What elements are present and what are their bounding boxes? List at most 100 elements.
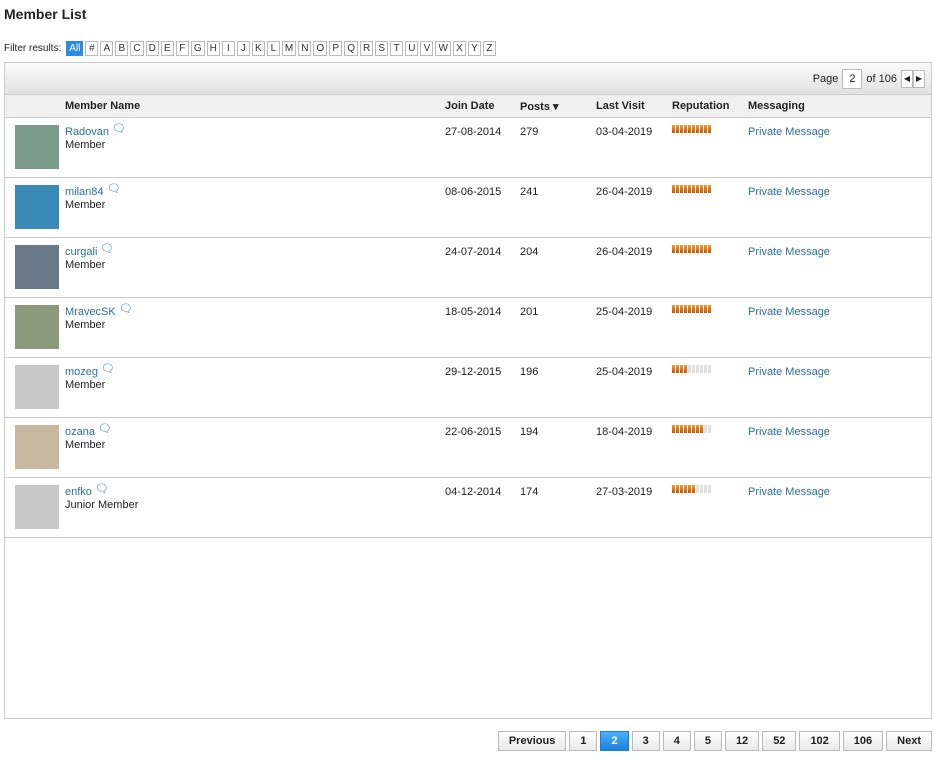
filter-letter[interactable]: M bbox=[281, 41, 297, 56]
page-navigation: Page 2 of 106 ◀ ▶ bbox=[5, 63, 931, 95]
table-row: Radovan Member 27-08-2014 279 03-04-2019… bbox=[5, 118, 931, 178]
member-name-link[interactable]: Radovan bbox=[65, 126, 109, 138]
filter-letter[interactable]: O bbox=[313, 41, 328, 56]
member-name-link[interactable]: mozeg bbox=[65, 366, 98, 378]
speech-bubble-icon[interactable]: 🗨 bbox=[100, 242, 114, 255]
page-button-102[interactable]: 102 bbox=[799, 731, 840, 751]
reputation-meter bbox=[672, 245, 711, 253]
col-member-name[interactable]: Member Name bbox=[65, 100, 140, 112]
page-button-4[interactable]: 4 bbox=[662, 731, 691, 751]
filter-letter[interactable]: Z bbox=[482, 41, 496, 56]
filter-letter[interactable]: S bbox=[375, 41, 389, 56]
reputation-bar bbox=[684, 185, 687, 193]
reputation-bar bbox=[708, 305, 711, 313]
avatar[interactable] bbox=[15, 245, 59, 289]
filter-letter[interactable]: G bbox=[190, 41, 205, 56]
reputation-meter bbox=[672, 365, 711, 373]
page-button-12[interactable]: 12 bbox=[724, 731, 760, 751]
avatar[interactable] bbox=[15, 365, 59, 409]
filter-letter[interactable]: B bbox=[115, 41, 129, 56]
member-name-link[interactable]: curgali bbox=[65, 246, 97, 258]
page-button-1[interactable]: 1 bbox=[569, 731, 598, 751]
page-button-next[interactable]: Next bbox=[886, 731, 932, 751]
private-message-link[interactable]: Private Message bbox=[748, 486, 830, 498]
member-rank: Member bbox=[65, 139, 106, 151]
filter-letter[interactable]: D bbox=[145, 41, 159, 56]
filter-letter[interactable]: T bbox=[390, 41, 404, 56]
filter-letter[interactable]: F bbox=[175, 41, 189, 56]
avatar[interactable] bbox=[15, 185, 59, 229]
speech-bubble-icon[interactable]: 🗨 bbox=[101, 362, 115, 375]
private-message-link[interactable]: Private Message bbox=[748, 366, 830, 378]
private-message-link[interactable]: Private Message bbox=[748, 126, 830, 138]
avatar[interactable] bbox=[15, 425, 59, 469]
filter-letter[interactable]: I bbox=[221, 41, 235, 56]
col-posts[interactable]: Posts ▾ bbox=[520, 100, 559, 113]
reputation-bar bbox=[704, 365, 707, 373]
avatar[interactable] bbox=[15, 305, 59, 349]
next-page-icon[interactable]: ▶ bbox=[913, 69, 925, 88]
col-reputation[interactable]: Reputation bbox=[672, 100, 729, 112]
reputation-meter bbox=[672, 485, 711, 493]
page-button-previous[interactable]: Previous bbox=[497, 731, 567, 751]
table-row: enfko Junior Member 04-12-2014 174 27-03… bbox=[5, 478, 931, 538]
private-message-link[interactable]: Private Message bbox=[748, 426, 830, 438]
reputation-bar bbox=[688, 245, 691, 253]
filter-letter[interactable]: L bbox=[266, 41, 280, 56]
filter-letter[interactable]: Y bbox=[467, 41, 481, 56]
reputation-bar bbox=[696, 185, 699, 193]
reputation-bar bbox=[688, 485, 691, 493]
filter-letter[interactable]: E bbox=[160, 41, 174, 56]
filter-letter[interactable]: H bbox=[206, 41, 220, 56]
page-button-5[interactable]: 5 bbox=[693, 731, 722, 751]
speech-bubble-icon[interactable]: 🗨 bbox=[119, 302, 133, 315]
filter-letter[interactable]: K bbox=[251, 41, 265, 56]
reputation-bar bbox=[680, 245, 683, 253]
filter-letter[interactable]: Q bbox=[344, 41, 358, 56]
member-name-link[interactable]: milan84 bbox=[65, 186, 104, 198]
filter-letter[interactable]: P bbox=[329, 41, 343, 56]
filter-letter[interactable]: X bbox=[452, 41, 466, 56]
speech-bubble-icon[interactable]: 🗨 bbox=[107, 182, 121, 195]
filter-letter[interactable]: J bbox=[236, 41, 250, 56]
speech-bubble-icon[interactable]: 🗨 bbox=[112, 122, 126, 135]
page-button-106[interactable]: 106 bbox=[842, 731, 884, 751]
reputation-bar bbox=[708, 485, 711, 493]
private-message-link[interactable]: Private Message bbox=[748, 186, 830, 198]
col-join-date[interactable]: Join Date bbox=[445, 100, 495, 112]
filter-letter[interactable]: U bbox=[405, 41, 419, 56]
filter-letter[interactable]: R bbox=[359, 41, 374, 56]
speech-bubble-icon[interactable]: 🗨 bbox=[95, 482, 109, 495]
member-name-link[interactable]: ozana bbox=[65, 426, 95, 438]
page-button-3[interactable]: 3 bbox=[631, 731, 660, 751]
last-visit: 26-04-2019 bbox=[596, 186, 653, 198]
private-message-link[interactable]: Private Message bbox=[748, 306, 830, 318]
filter-letter[interactable]: N bbox=[298, 41, 312, 56]
filter-letter[interactable]: A bbox=[100, 41, 114, 56]
filter-letter[interactable]: W bbox=[435, 41, 451, 56]
reputation-bar bbox=[676, 485, 679, 493]
page-button-2[interactable]: 2 bbox=[600, 731, 629, 751]
reputation-bar bbox=[684, 305, 687, 313]
page-button-52[interactable]: 52 bbox=[762, 731, 797, 751]
filter-letter[interactable]: V bbox=[420, 41, 434, 56]
filter-letter[interactable]: # bbox=[85, 41, 99, 56]
filter-letter[interactable]: All bbox=[66, 41, 84, 56]
speech-bubble-icon[interactable]: 🗨 bbox=[98, 422, 112, 435]
col-last-visit[interactable]: Last Visit bbox=[596, 100, 645, 112]
filter-letter[interactable]: C bbox=[130, 41, 144, 56]
page-input[interactable]: 2 bbox=[842, 68, 863, 89]
col-messaging: Messaging bbox=[748, 100, 805, 112]
reputation-bar bbox=[692, 305, 695, 313]
avatar[interactable] bbox=[15, 125, 59, 169]
reputation-bar bbox=[704, 485, 707, 493]
private-message-link[interactable]: Private Message bbox=[748, 246, 830, 258]
reputation-bar bbox=[700, 365, 703, 373]
member-name-link[interactable]: enfko bbox=[65, 486, 92, 498]
member-name-link[interactable]: MravecSK bbox=[65, 306, 116, 318]
reputation-meter bbox=[672, 185, 711, 193]
post-count: 194 bbox=[520, 426, 539, 438]
avatar[interactable] bbox=[15, 485, 59, 529]
prev-page-icon[interactable]: ◀ bbox=[901, 69, 913, 88]
member-rank: Member bbox=[65, 199, 106, 211]
